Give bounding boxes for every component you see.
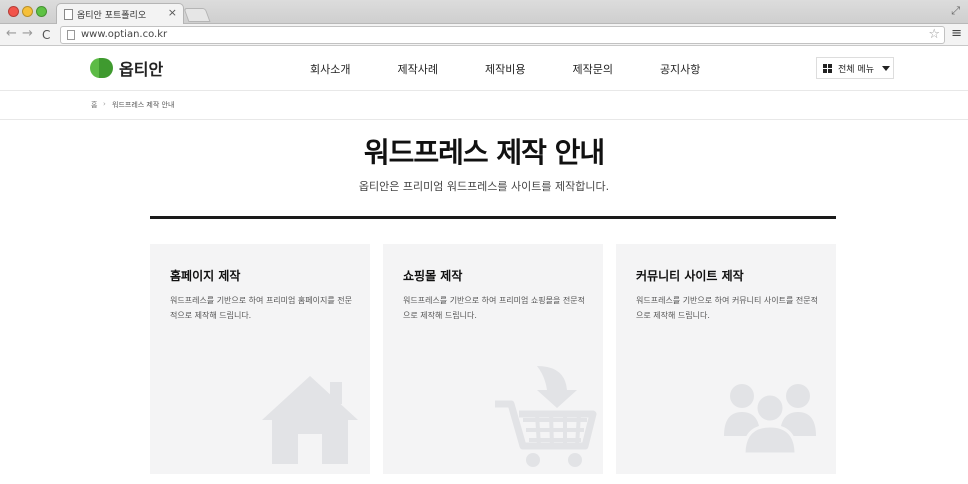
site-header: 옵티안 회사소개 제작사례 제작비용 제작문의 공지사항 전체 메뉴 xyxy=(0,46,968,91)
main-nav: 회사소개 제작사례 제작비용 제작문의 공지사항 xyxy=(310,61,747,77)
window-close-button[interactable] xyxy=(8,6,19,17)
fullscreen-icon[interactable]: ⤢ xyxy=(951,4,960,18)
card-description: 워드프레스를 기반으로 하여 프리미엄 쇼핑몰을 전문적으로 제작해 드립니다. xyxy=(403,296,585,320)
logo[interactable]: 옵티안 xyxy=(90,57,163,79)
breadcrumb-separator: › xyxy=(103,100,106,108)
reload-icon[interactable]: C xyxy=(42,27,50,43)
nav-item-pricing[interactable]: 제작비용 xyxy=(485,61,525,77)
nav-item-portfolio[interactable]: 제작사례 xyxy=(397,61,437,77)
nav-item-notice[interactable]: 공지사항 xyxy=(660,61,700,77)
card-title: 홈페이지 제작 xyxy=(170,269,241,283)
browser-menu-icon[interactable]: ≡ xyxy=(951,26,962,41)
page-icon xyxy=(67,30,75,40)
grid-icon xyxy=(823,63,832,73)
card-title: 쇼핑몰 제작 xyxy=(403,269,463,283)
community-icon xyxy=(724,384,816,454)
section-divider xyxy=(150,216,836,219)
nav-item-inquiry[interactable]: 제작문의 xyxy=(572,61,612,77)
browser-tab[interactable]: 옵티안 포트폴리오 × xyxy=(56,3,184,25)
page-subtitle: 옵티안은 프리미엄 워드프레스를 사이트를 제작합니다. xyxy=(358,180,610,193)
card-description: 워드프레스를 기반으로 하여 커뮤니티 사이트를 전문적으로 제작해 드립니다. xyxy=(636,296,818,320)
house-icon xyxy=(262,376,358,464)
browser-toolbar: ← → C www.optian.co.kr ☆ ≡ xyxy=(0,24,968,46)
logo-text: 옵티안 xyxy=(119,60,164,79)
browser-tab-bar: 옵티안 포트폴리오 × ⤢ xyxy=(0,0,968,25)
window-minimize-button[interactable] xyxy=(22,6,33,17)
card-homepage[interactable]: 홈페이지 제작 워드프레스를 기반으로 하여 프리미엄 홈페이지를 전문적으로 … xyxy=(150,244,370,474)
all-menu-label: 전체 메뉴 xyxy=(838,64,874,75)
bookmark-star-icon[interactable]: ☆ xyxy=(928,27,940,42)
breadcrumb-home[interactable]: 홈 xyxy=(91,100,97,110)
url-text[interactable]: www.optian.co.kr xyxy=(81,29,167,40)
nav-item-company[interactable]: 회사소개 xyxy=(310,61,350,77)
page-title: 워드프레스 제작 안내 xyxy=(363,136,605,169)
card-title: 커뮤니티 사이트 제작 xyxy=(636,269,744,283)
page-icon xyxy=(64,9,73,20)
breadcrumb: 홈 › 워드프레스 제작 안내 xyxy=(0,91,968,120)
tab-close-icon[interactable]: × xyxy=(168,7,177,18)
forward-icon[interactable]: → xyxy=(22,26,33,42)
tab-title: 옵티안 포트폴리오 xyxy=(77,11,147,21)
new-tab-button[interactable] xyxy=(183,8,211,22)
breadcrumb-current: 워드프레스 제작 안내 xyxy=(112,101,175,109)
card-shopping-mall[interactable]: 쇼핑몰 제작 워드프레스를 기반으로 하여 프리미엄 쇼핑몰을 전문적으로 제작… xyxy=(383,244,603,474)
back-icon[interactable]: ← xyxy=(6,26,17,42)
caret-down-icon xyxy=(881,65,890,71)
shopping-cart-icon xyxy=(495,366,597,467)
card-community[interactable]: 커뮤니티 사이트 제작 워드프레스를 기반으로 하여 커뮤니티 사이트를 전문적… xyxy=(616,244,836,474)
card-description: 워드프레스를 기반으로 하여 프리미엄 홈페이지를 전문적으로 제작해 드립니다… xyxy=(170,296,352,320)
window-zoom-button[interactable] xyxy=(36,6,47,17)
logo-mark-icon xyxy=(90,58,114,78)
address-bar[interactable]: www.optian.co.kr ☆ xyxy=(60,26,945,44)
all-menu-button[interactable]: 전체 메뉴 xyxy=(816,57,894,79)
